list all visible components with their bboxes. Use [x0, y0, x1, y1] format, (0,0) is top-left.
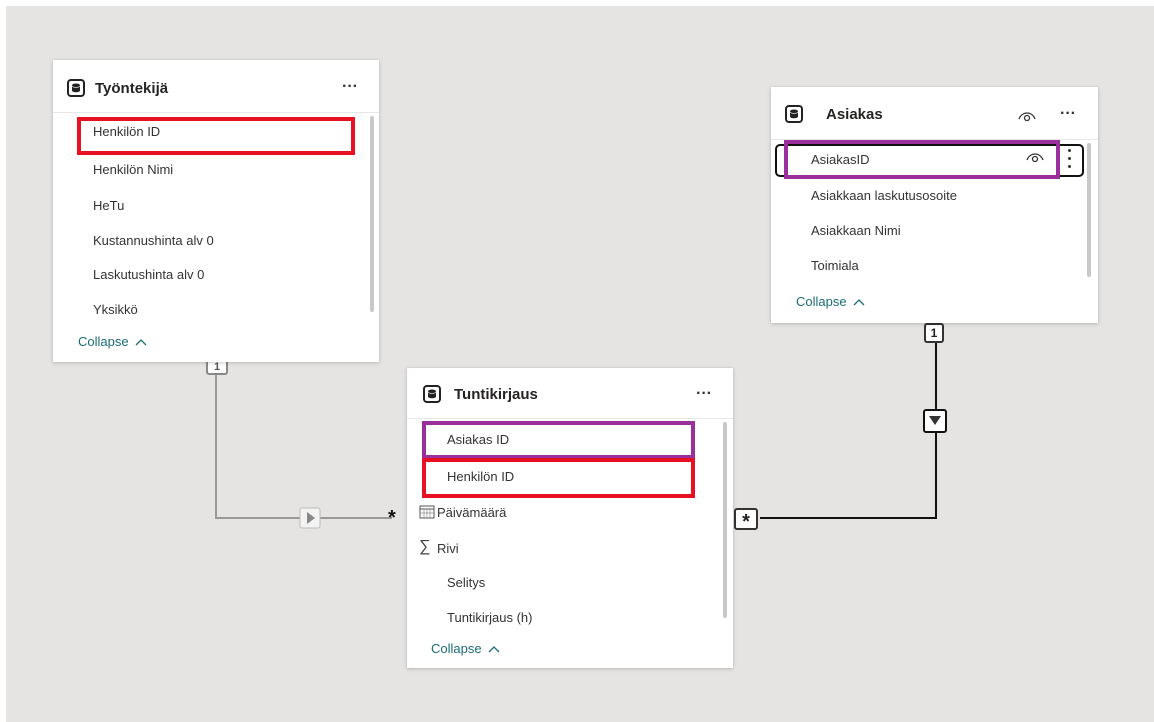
cardinality-many-right: * [734, 508, 758, 533]
field-item[interactable]: Toimiala [811, 258, 859, 273]
more-options-icon[interactable]: ··· [342, 78, 358, 96]
relationship-line-tyontekija-tuntikirjaus [215, 372, 392, 519]
more-options-icon[interactable]: ··· [696, 385, 712, 403]
field-more-icon[interactable] [1068, 147, 1072, 173]
field-item[interactable]: Laskutushinta alv 0 [93, 267, 204, 282]
scrollbar[interactable] [723, 422, 727, 618]
table-icon [423, 385, 441, 403]
calendar-icon [419, 505, 435, 519]
cardinality-many-left: * [388, 507, 396, 529]
more-options-icon[interactable]: ··· [1060, 105, 1076, 123]
cardinality-one-asiakas: 1 [924, 323, 944, 343]
chevron-up-icon [135, 339, 147, 346]
field-item[interactable]: Päivämäärä [437, 505, 506, 520]
table-title: Työntekijä [95, 80, 169, 97]
chevron-up-icon [488, 646, 500, 653]
sigma-icon: ∑ [419, 538, 431, 555]
table-header[interactable]: Tuntikirjaus ··· [407, 368, 733, 420]
collapse-link[interactable]: Collapse [431, 641, 500, 656]
field-item[interactable]: Rivi [437, 541, 459, 556]
highlight-box-purple [784, 140, 1060, 179]
collapse-link[interactable]: Collapse [78, 334, 147, 349]
collapse-label: Collapse [78, 334, 129, 349]
field-item[interactable]: Henkilön Nimi [93, 162, 173, 177]
table-header[interactable]: Asiakas ··· [771, 87, 1098, 139]
field-item[interactable]: Kustannushinta alv 0 [93, 233, 214, 248]
collapse-label: Collapse [431, 641, 482, 656]
chevron-up-icon [853, 299, 865, 306]
scrollbar[interactable] [370, 116, 374, 312]
header-divider [407, 418, 733, 419]
collapse-link[interactable]: Collapse [796, 294, 865, 309]
eye-visibility-icon[interactable] [1018, 109, 1036, 123]
table-title: Tuntikirjaus [454, 386, 538, 403]
field-item[interactable]: Asiakkaan laskutusosoite [811, 188, 957, 203]
highlight-box-red [77, 117, 355, 155]
field-item[interactable]: HeTu [93, 198, 124, 213]
field-item[interactable]: Yksikkö [93, 302, 138, 317]
table-icon [785, 105, 803, 123]
table-icon [67, 79, 85, 97]
field-item[interactable]: Selitys [447, 575, 485, 590]
header-divider [53, 112, 379, 113]
highlight-box-red [422, 458, 695, 498]
table-card-tyontekija[interactable]: Työntekijä ··· Henkilön ID Henkilön Nimi… [53, 60, 379, 362]
table-header[interactable]: Työntekijä ··· [53, 60, 379, 112]
scrollbar[interactable] [1087, 143, 1091, 277]
relationship-line-asiakas-tuntikirjaus [760, 340, 937, 519]
table-card-tuntikirjaus[interactable]: Tuntikirjaus ··· Asiakas ID Henkilön ID … [407, 368, 733, 668]
table-title: Asiakas [826, 106, 883, 123]
collapse-label: Collapse [796, 294, 847, 309]
field-item[interactable]: Tuntikirjaus (h) [447, 610, 532, 625]
table-card-asiakas[interactable]: Asiakas ··· AsiakasID Asiakkaan laskutus… [771, 87, 1098, 323]
field-item[interactable]: Asiakkaan Nimi [811, 223, 901, 238]
highlight-box-purple [422, 421, 695, 459]
